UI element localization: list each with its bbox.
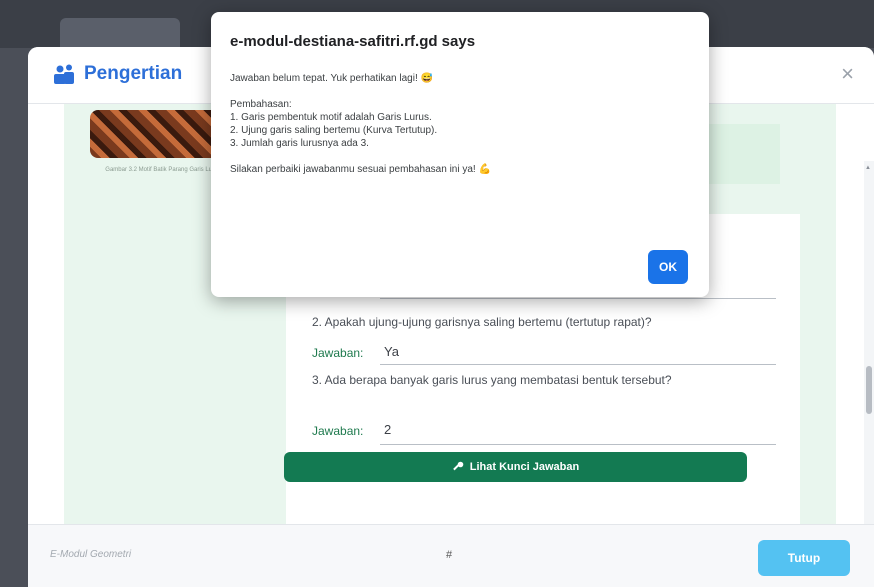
modal-title-text: Pengertian [84,63,183,84]
answer-1-line [380,298,776,299]
kunci-button-label: Lihat Kunci Jawaban [469,461,580,473]
question-2-text: 2. Apakah ujung-ujung garisnya saling be… [312,315,652,329]
browser-alert-dialog: e-modul-destiana-safitri.rf.gd says Jawa… [211,12,709,297]
answer-3-label: Jawaban: [312,424,364,438]
modal-footer: E-Modul Geometri # Tutup [28,524,874,587]
people-icon [54,64,74,84]
answer-2-input[interactable]: Ya [384,344,399,359]
footer-hash-link[interactable]: # [446,549,452,561]
answer-2-label: Jawaban: [312,346,364,360]
answer-3-line [380,444,776,445]
lihat-kunci-jawaban-button[interactable]: Lihat Kunci Jawaban [284,452,747,482]
answer-2-line [380,364,776,365]
alert-title: e-modul-destiana-safitri.rf.gd says [230,33,476,50]
footer-brand: E-Modul Geometri [50,549,132,560]
background-tab [60,18,180,48]
answer-3-input[interactable]: 2 [384,422,391,437]
key-icon [452,461,464,471]
close-icon[interactable]: × [841,61,854,87]
alert-message: Jawaban belum tepat. Yuk perhatikan lagi… [230,73,491,175]
scroll-thumb[interactable] [866,366,872,414]
modal-title: Pengertian [52,63,182,85]
question-3-text: 3. Ada berapa banyak garis lurus yang me… [312,373,672,387]
scroll-up-icon[interactable]: ▲ [865,165,871,171]
tutup-button[interactable]: Tutup [758,540,850,576]
scrollbar[interactable]: ▲ ▼ [864,161,874,581]
alert-ok-button[interactable]: OK [648,250,688,284]
